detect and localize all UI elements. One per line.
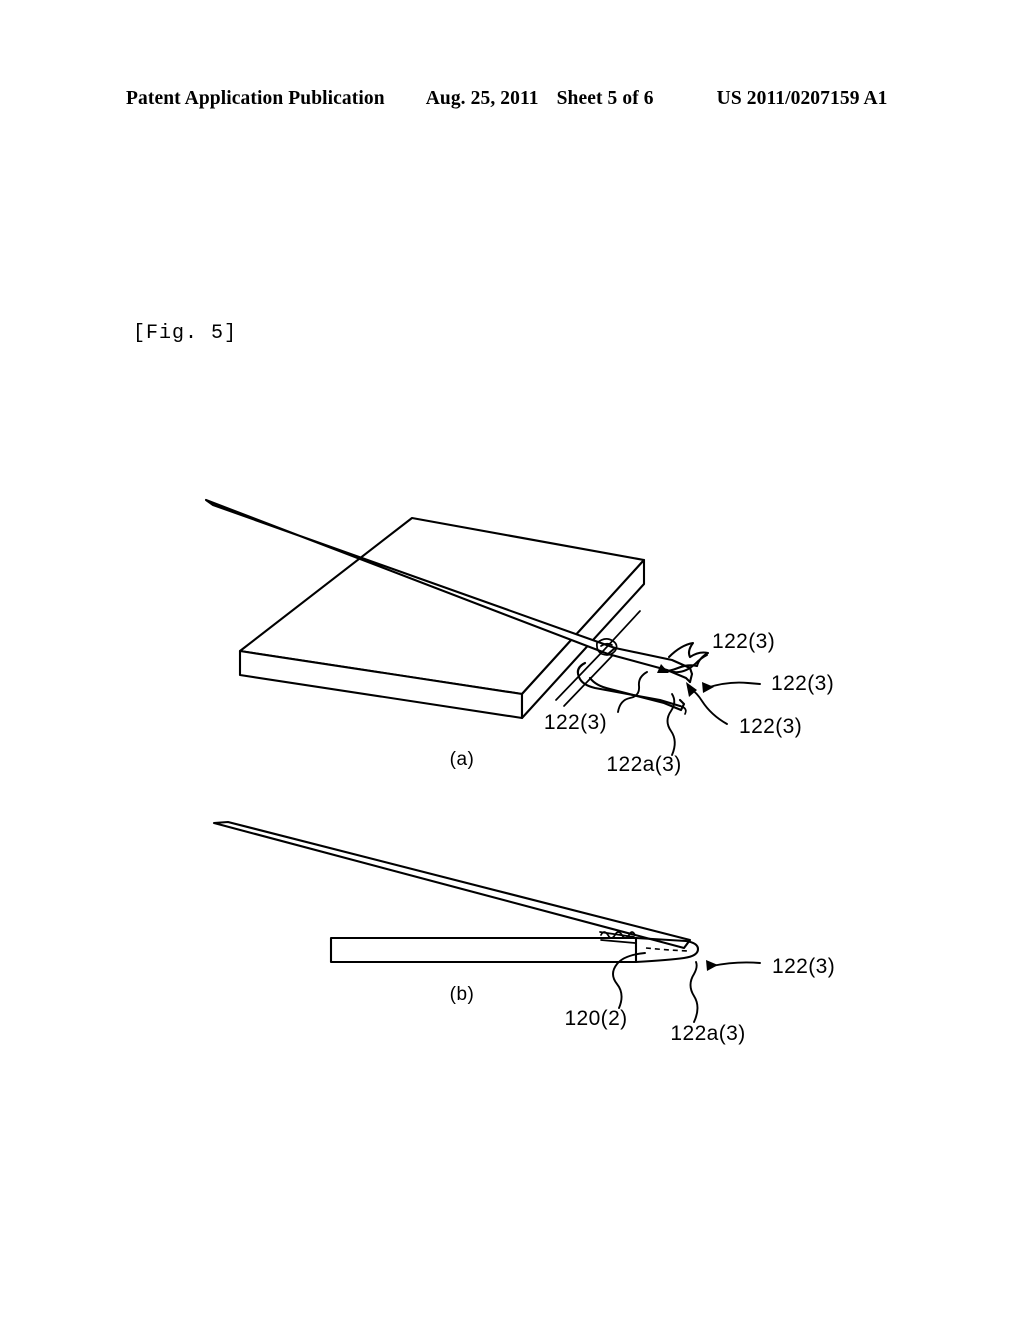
callout-a-1-label: 122(3) [712,630,775,653]
plate-side-profile [329,936,638,964]
callout-a-2-label: 122(3) [771,672,834,695]
callout-b-1-label: 122(3) [772,955,835,978]
arrowhead-b-1 [706,960,718,971]
blade-side-profile [212,820,692,950]
callout-b-3-label: 122a(3) [670,1022,745,1045]
callout-a-4-label: 122(3) [739,715,802,738]
patent-drawing-page: Patent Application Publication Aug. 25, … [0,0,1024,1320]
callout-a-5-label: 122a(3) [606,753,681,776]
arrowhead-a-2 [702,682,714,693]
callout-a-3-label: 122(3) [544,711,607,734]
blade-fan-wing [659,641,710,673]
leader-a-2 [705,681,761,689]
leader-b-3 [689,961,699,1023]
arrowhead-a-4 [686,682,697,697]
callout-b-2-label: 120(2) [564,1007,627,1030]
panel-b-graphic: 122(3) 120(2) 122a(3) (b) [212,820,835,1045]
panel-a-caption: (a) [450,749,475,770]
leader-b-1 [711,961,761,967]
blade-tip-upper-back [613,646,694,684]
panel-a-graphic: 122(3) 122(3) 122(3) 122(3) 122a(3) (a) [204,498,834,776]
figure-drawing: 122(3) 122(3) 122(3) 122(3) 122a(3) (a) [0,0,1024,1320]
panel-b-caption: (b) [450,984,475,1005]
leader-a-4 [690,688,728,725]
